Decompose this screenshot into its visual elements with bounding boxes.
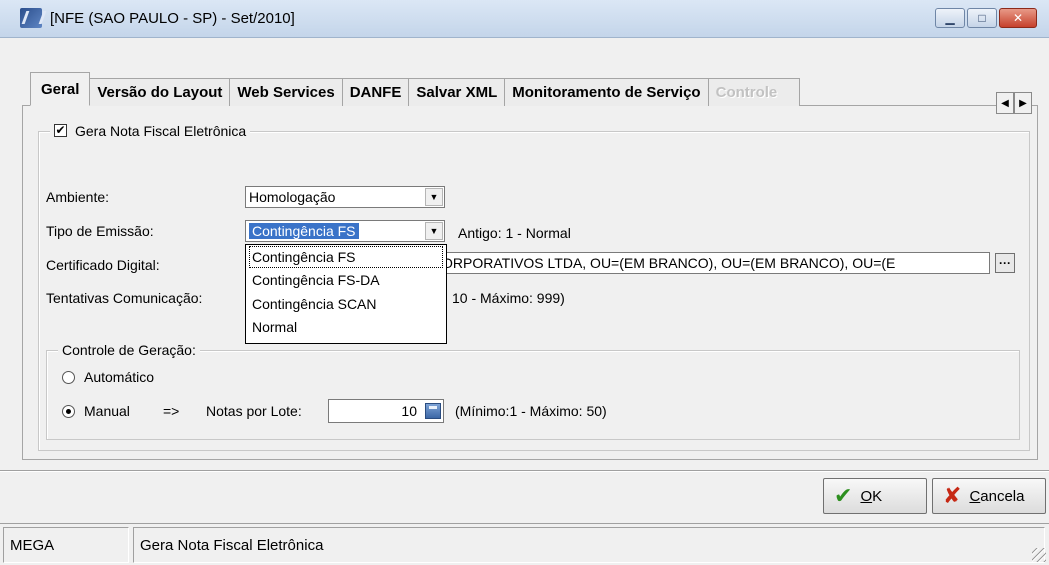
certificado-label: Certificado Digital: (46, 257, 160, 273)
ok-button-label-rest: K (872, 487, 883, 505)
ok-button-label: OK (860, 488, 882, 505)
gera-nfe-checkbox[interactable]: ✔ (54, 124, 67, 137)
cancel-button-label-rest: ancela (980, 487, 1025, 505)
gera-nfe-label: Gera Nota Fiscal Eletrônica (75, 122, 247, 139)
calculator-icon[interactable] (425, 403, 441, 419)
dropdown-option[interactable]: Normal (246, 316, 446, 340)
notas-por-lote-input[interactable]: 10 (328, 399, 444, 423)
app-logo-icon (20, 8, 42, 28)
tipo-emissao-value: Contingência FS (249, 223, 359, 239)
tab-versao-layout[interactable]: Versão do Layout (89, 78, 231, 106)
maximize-icon: □ (978, 11, 986, 25)
dropdown-option[interactable]: Contingência SCAN (246, 292, 446, 316)
tab-danfe[interactable]: DANFE (341, 78, 410, 106)
certificado-value: ORPORATIVOS LTDA, OU=(EM BRANCO), OU=(EM… (442, 255, 896, 271)
title-bar[interactable]: [NFE (SAO PAULO - SP) - Set/2010] ▁ □ ✕ (0, 0, 1049, 38)
cancel-button-mnemonic: C (969, 487, 981, 505)
chevron-down-icon[interactable]: ▼ (425, 222, 443, 240)
tab-web-services[interactable]: Web Services (229, 78, 343, 106)
checkmark-icon: ✔ (834, 483, 853, 508)
status-bar: MEGA Gera Nota Fiscal Eletrônica (0, 523, 1049, 565)
notas-por-lote-value: 10 (401, 403, 417, 419)
ambiente-select[interactable]: Homologação ▼ (245, 186, 445, 208)
arrow-left-icon: ◀ (1001, 97, 1009, 109)
nfe-groupbox-header: ✔ Gera Nota Fiscal Eletrônica (50, 121, 251, 139)
status-bar-company: MEGA (3, 527, 129, 563)
controle-geracao-groupbox (46, 350, 1020, 440)
ellipsis-icon: ··· (999, 256, 1011, 270)
tab-salvar-xml[interactable]: Salvar XML (408, 78, 506, 106)
automatico-radio[interactable] (62, 371, 75, 384)
x-icon: ✘ (943, 483, 962, 508)
tipo-emissao-label: Tipo de Emissão: (46, 223, 154, 239)
ambiente-value: Homologação (249, 189, 336, 205)
minimize-button[interactable]: ▁ (935, 8, 965, 28)
controle-geracao-legend: Controle de Geração: (58, 342, 200, 358)
tab-scroll-right-button[interactable]: ▶ (1014, 92, 1032, 114)
tentativas-label: Tentativas Comunicação: (46, 290, 203, 306)
cancel-button[interactable]: ✘ Cancela (932, 478, 1046, 514)
ambiente-label: Ambiente: (46, 189, 110, 205)
ok-button-mnemonic: O (860, 487, 873, 505)
arrow-text: => (163, 403, 180, 419)
tab-geral[interactable]: Geral (30, 72, 91, 106)
minimize-icon: ▁ (945, 11, 955, 25)
tab-controle[interactable]: Controle (707, 78, 800, 106)
tab-strip: Geral Versão do Layout Web Services DANF… (30, 70, 800, 106)
chevron-down-icon[interactable]: ▼ (425, 188, 443, 206)
tentativas-hint: 10 - Máximo: 999) (452, 290, 565, 306)
dropdown-option[interactable]: Contingência FS (248, 245, 444, 269)
tipo-emissao-select[interactable]: Contingência FS ▼ (245, 220, 445, 242)
tipo-emissao-hint: Antigo: 1 - Normal (458, 225, 571, 241)
automatico-label[interactable]: Automático (84, 369, 154, 385)
dialog-window: [NFE (SAO PAULO - SP) - Set/2010] ▁ □ ✕ … (0, 0, 1049, 565)
notas-por-lote-hint: (Mínimo:1 - Máximo: 50) (455, 403, 607, 419)
close-button[interactable]: ✕ (999, 8, 1037, 28)
cancel-button-label: Cancela (969, 488, 1024, 505)
maximize-button[interactable]: □ (967, 8, 997, 28)
tab-scroll-left-button[interactable]: ◀ (996, 92, 1014, 114)
manual-label[interactable]: Manual (84, 403, 130, 419)
footer-divider (0, 470, 1049, 472)
close-icon: ✕ (1012, 11, 1024, 25)
resize-grip-icon[interactable] (1032, 548, 1046, 562)
arrow-right-icon: ▶ (1019, 97, 1027, 109)
notas-por-lote-label: Notas por Lote: (206, 403, 302, 419)
tab-monitoramento[interactable]: Monitoramento de Serviço (504, 78, 709, 106)
status-bar-message: Gera Nota Fiscal Eletrônica (133, 527, 1045, 563)
tab-scroll-buttons: ◀ ▶ (996, 92, 1032, 114)
tipo-emissao-dropdown: Contingência FS Contingência FS-DA Conti… (245, 244, 447, 344)
certificado-browse-button[interactable]: ··· (995, 253, 1015, 273)
window-title: [NFE (SAO PAULO - SP) - Set/2010] (50, 10, 295, 27)
dropdown-option[interactable]: Contingência FS-DA (246, 269, 446, 293)
ok-button[interactable]: ✔ OK (823, 478, 927, 514)
manual-radio[interactable] (62, 405, 75, 418)
